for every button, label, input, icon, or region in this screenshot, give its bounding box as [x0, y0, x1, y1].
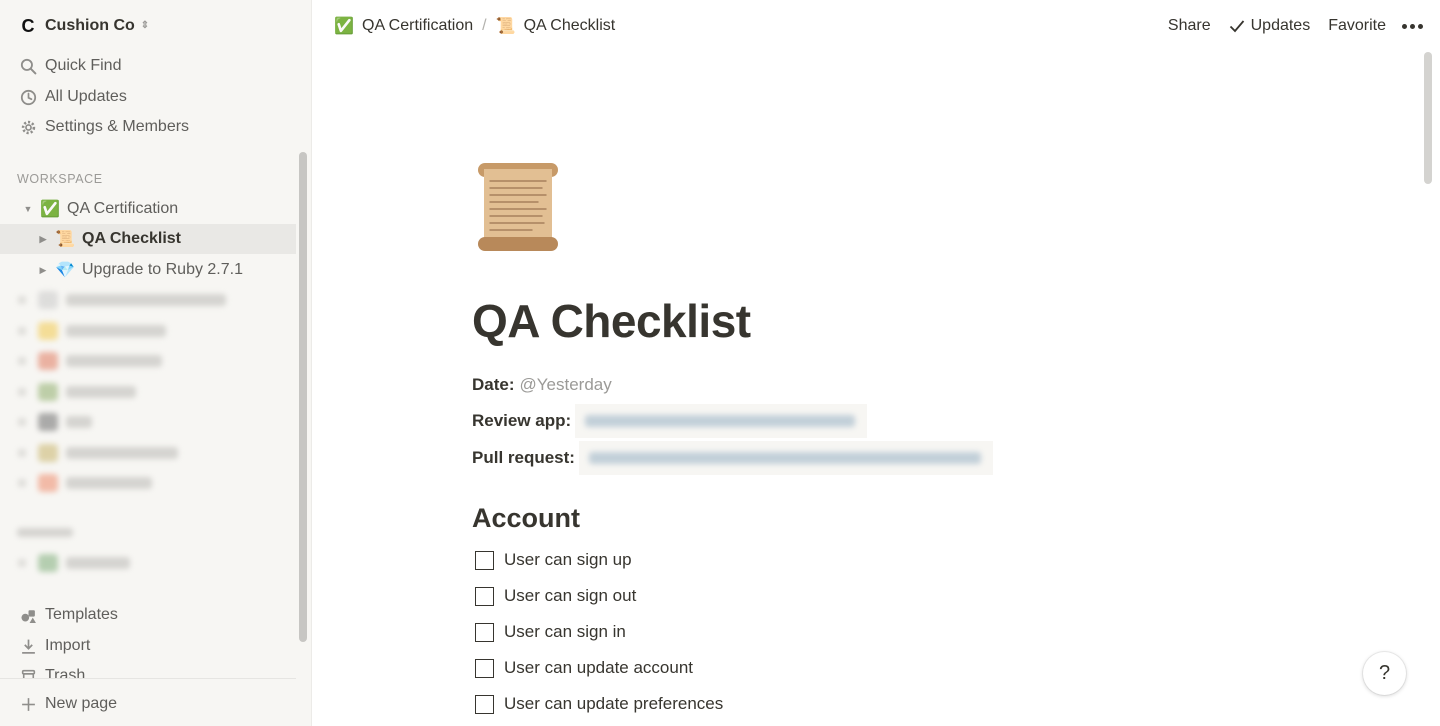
- sidebar: C Cushion Co ⇕ Quick Find All Updates Se…: [0, 0, 312, 726]
- checkmark-icon: [1229, 20, 1244, 33]
- workspace-logo: C: [21, 15, 35, 36]
- date-property: Date: @Yesterday: [472, 372, 612, 398]
- redacted-sidebar-item[interactable]: [18, 441, 178, 465]
- quick-find-label: Quick Find: [45, 57, 122, 74]
- workspace-switcher[interactable]: C Cushion Co ⇕: [18, 14, 150, 38]
- todo-item: User can update preferences: [475, 691, 723, 717]
- redacted-sidebar-item[interactable]: [18, 319, 166, 343]
- templates-label: Templates: [45, 606, 118, 623]
- quick-find-link[interactable]: Quick Find: [18, 53, 121, 79]
- redacted-sidebar-item[interactable]: [18, 410, 92, 434]
- favorite-button[interactable]: Favorite: [1328, 17, 1386, 35]
- templates-link[interactable]: Templates: [18, 602, 118, 628]
- todo-item: User can sign out: [475, 583, 636, 609]
- collapsed-arrow-icon[interactable]: ▶: [37, 234, 49, 245]
- checkbox[interactable]: [475, 658, 494, 678]
- checkbox[interactable]: [475, 694, 494, 714]
- topbar: ✅ QA Certification / 📜 QA Checklist Shar…: [313, 0, 1440, 52]
- redacted-sidebar-item[interactable]: [18, 288, 226, 312]
- sidebar-divider: [0, 678, 296, 679]
- review-app-link[interactable]: [575, 404, 868, 438]
- all-updates-label: All Updates: [45, 88, 127, 105]
- topbar-actions: Share Updates Favorite: [1150, 14, 1423, 38]
- new-page-button[interactable]: New page: [18, 691, 117, 717]
- breadcrumb-label: QA Certification: [362, 17, 474, 34]
- breadcrumb-qa-certification[interactable]: ✅ QA Certification: [334, 16, 473, 36]
- pull-request-link[interactable]: [578, 441, 993, 475]
- new-page-label: New page: [45, 695, 118, 712]
- import-label: Import: [45, 637, 91, 654]
- todo-item: User can update account: [475, 655, 693, 681]
- checkbox[interactable]: [475, 550, 494, 570]
- expanded-arrow-icon[interactable]: ▼: [22, 204, 34, 214]
- import-link[interactable]: Import: [18, 633, 90, 659]
- todo-item: User can sign up: [475, 547, 632, 573]
- clock-icon: [18, 87, 38, 107]
- workspace-section-label: WORKSPACE: [17, 172, 103, 186]
- sidebar-scrollbar-thumb[interactable]: [299, 152, 307, 642]
- breadcrumb-label: QA Checklist: [523, 17, 616, 34]
- trash-icon: [18, 666, 38, 678]
- scroll-icon[interactable]: [472, 161, 564, 253]
- all-updates-link[interactable]: All Updates: [18, 84, 127, 110]
- todo-label[interactable]: User can update account: [504, 658, 693, 678]
- download-icon: [18, 636, 38, 656]
- scroll-icon: 📜: [55, 231, 75, 248]
- sidebar-item-label: QA Checklist: [82, 230, 181, 247]
- todo-label[interactable]: User can sign up: [504, 550, 632, 570]
- checkbox[interactable]: [475, 586, 494, 606]
- breadcrumb-separator: /: [482, 17, 487, 34]
- main-scrollbar-thumb[interactable]: [1424, 52, 1432, 184]
- review-app-property: Review app:: [472, 404, 868, 438]
- review-app-label: Review app:: [472, 411, 572, 430]
- sidebar-item-qa-checklist[interactable]: ▶ 📜 QA Checklist: [0, 224, 296, 254]
- settings-members-label: Settings & Members: [45, 118, 190, 135]
- sidebar-item-upgrade-ruby[interactable]: ▶ 💎 Upgrade to Ruby 2.7.1: [0, 255, 296, 285]
- pull-request-property: Pull request:: [472, 441, 993, 475]
- redacted-sidebar-item[interactable]: [18, 471, 152, 495]
- help-button[interactable]: ?: [1363, 652, 1406, 695]
- sidebar-item-label: QA Certification: [67, 200, 179, 217]
- settings-members-link[interactable]: Settings & Members: [18, 114, 189, 140]
- sidebar-scrollbar[interactable]: [299, 152, 308, 642]
- checkbox[interactable]: [475, 622, 494, 642]
- date-label: Date:: [472, 375, 515, 394]
- share-button[interactable]: Share: [1168, 17, 1211, 35]
- more-options-icon[interactable]: [1402, 23, 1423, 29]
- updates-label: Updates: [1250, 17, 1311, 34]
- sidebar-item-qa-certification[interactable]: ▼ ✅ QA Certification: [0, 194, 296, 224]
- breadcrumb-qa-checklist[interactable]: 📜 QA Checklist: [496, 16, 616, 36]
- breadcrumb: ✅ QA Certification / 📜 QA Checklist: [334, 14, 615, 38]
- page-title[interactable]: QA Checklist: [472, 294, 751, 348]
- trash-link-clip: Trash: [0, 663, 296, 678]
- pull-request-label: Pull request:: [472, 448, 575, 467]
- redacted-sidebar-item[interactable]: [18, 349, 162, 373]
- trash-label: Trash: [45, 667, 86, 678]
- plus-icon: [18, 694, 38, 714]
- todo-label[interactable]: User can update preferences: [504, 694, 723, 714]
- redacted-sidebar-item[interactable]: [18, 551, 130, 575]
- todo-label[interactable]: User can sign out: [504, 586, 636, 606]
- redacted-sidebar-item[interactable]: [18, 380, 136, 404]
- trash-link[interactable]: Trash: [18, 663, 85, 678]
- main-scrollbar[interactable]: [1424, 52, 1436, 726]
- date-mention[interactable]: @Yesterday: [520, 375, 612, 395]
- sidebar-item-label: Upgrade to Ruby 2.7.1: [82, 261, 243, 278]
- collapsed-arrow-icon[interactable]: ▶: [37, 265, 49, 276]
- search-icon: [18, 56, 38, 76]
- scroll-icon: 📜: [495, 18, 516, 35]
- chevron-updown-icon: ⇕: [140, 20, 150, 31]
- section-heading[interactable]: Account: [472, 503, 580, 534]
- check-mark-icon: ✅: [334, 18, 354, 35]
- shapes-icon: [18, 605, 38, 625]
- workspace-name: Cushion Co: [45, 17, 135, 34]
- check-mark-icon: ✅: [40, 201, 60, 218]
- todo-label[interactable]: User can sign in: [504, 622, 626, 642]
- updates-button[interactable]: Updates: [1229, 17, 1311, 35]
- todo-item: User can sign in: [475, 619, 626, 645]
- redacted-section-label: [17, 520, 73, 544]
- gear-icon: [18, 117, 38, 137]
- gem-icon: 💎: [55, 262, 75, 279]
